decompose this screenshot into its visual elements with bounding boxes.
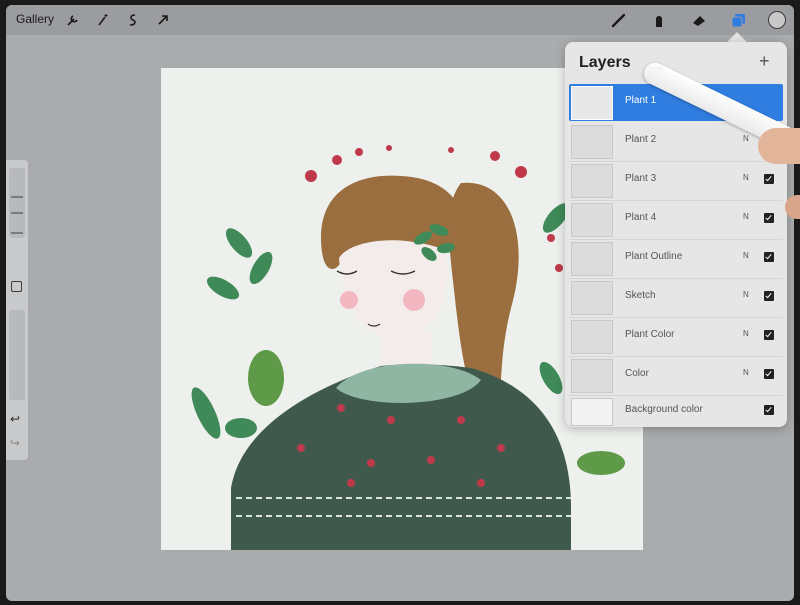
layer-thumbnail: [571, 359, 613, 393]
slider-tick: [11, 212, 23, 214]
layers-panel: Layers + Plant 1 Plant 2 N Plant 3 N Pla…: [565, 42, 787, 427]
blend-mode[interactable]: N: [743, 368, 749, 377]
visibility-checkbox[interactable]: [764, 291, 774, 301]
visibility-checkbox[interactable]: [764, 174, 774, 184]
layer-row[interactable]: Plant 3 N: [569, 162, 783, 199]
layer-row[interactable]: Background color: [569, 396, 783, 426]
layer-name: Plant 3: [625, 173, 657, 184]
visibility-checkbox[interactable]: [764, 330, 774, 340]
layers-icon[interactable]: [730, 11, 748, 29]
left-foliage: [191, 228, 284, 439]
blend-mode[interactable]: N: [743, 329, 749, 338]
blend-mode[interactable]: N: [743, 251, 749, 260]
layer-name: Sketch: [625, 290, 656, 301]
smudge-icon[interactable]: [650, 11, 668, 29]
slider-tick: [11, 196, 23, 198]
layers-title: Layers: [579, 54, 631, 71]
layer-name: Plant 2: [625, 134, 657, 145]
magic-wand-icon[interactable]: [94, 11, 112, 29]
slider-tick: [11, 232, 23, 234]
opacity-slider[interactable]: [9, 310, 25, 400]
blend-mode[interactable]: N: [743, 134, 749, 143]
undo-button[interactable]: ↩: [10, 412, 20, 426]
layer-name: Plant Outline: [625, 251, 683, 262]
layer-row[interactable]: Plant Outline N: [569, 240, 783, 277]
layer-thumbnail: [571, 320, 613, 354]
layer-row[interactable]: Plant 4 N: [569, 201, 783, 238]
layer-thumbnail: [571, 281, 613, 315]
gallery-button[interactable]: Gallery: [16, 12, 54, 26]
left-sidebar: ↩ ↪: [6, 160, 28, 460]
layer-thumbnail: [571, 125, 613, 159]
brush-icon[interactable]: [610, 11, 628, 29]
modify-button[interactable]: [11, 281, 22, 292]
layer-name: Plant 4: [625, 212, 657, 223]
color-picker-button[interactable]: [768, 11, 786, 29]
visibility-checkbox[interactable]: [764, 252, 774, 262]
brush-size-slider[interactable]: [9, 168, 25, 238]
layer-thumbnail: [571, 398, 613, 426]
layer-name: Plant 1: [625, 95, 657, 106]
blend-mode[interactable]: N: [743, 173, 749, 182]
layer-name: Background color: [625, 404, 703, 415]
redo-button[interactable]: ↪: [10, 436, 20, 450]
layer-thumbnail: [571, 86, 613, 120]
hand: [758, 128, 800, 164]
cheek-right: [403, 289, 425, 311]
layer-name: Color: [625, 368, 649, 379]
eraser-icon[interactable]: [690, 11, 708, 29]
visibility-checkbox[interactable]: [764, 213, 774, 223]
layer-thumbnail: [571, 242, 613, 276]
blend-mode[interactable]: N: [743, 290, 749, 299]
top-toolbar: Gallery: [6, 5, 794, 35]
add-layer-button[interactable]: +: [759, 51, 770, 72]
layer-thumbnail: [571, 164, 613, 198]
layer-thumbnail: [571, 203, 613, 237]
layer-row[interactable]: Color N: [569, 357, 783, 394]
wrench-icon[interactable]: [64, 11, 82, 29]
layer-row[interactable]: Plant Color N: [569, 318, 783, 355]
transform-arrow-icon[interactable]: [154, 11, 172, 29]
blend-mode[interactable]: N: [743, 212, 749, 221]
selection-icon[interactable]: [124, 11, 142, 29]
visibility-checkbox[interactable]: [764, 405, 774, 415]
visibility-checkbox[interactable]: [764, 369, 774, 379]
layer-row[interactable]: Sketch N: [569, 279, 783, 316]
cheek-left: [340, 291, 358, 309]
layer-name: Plant Color: [625, 329, 675, 340]
